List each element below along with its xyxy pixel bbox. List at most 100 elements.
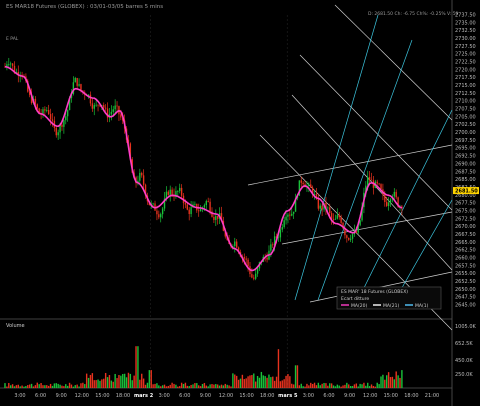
candle-body: [215, 216, 217, 220]
volume-bar: [315, 385, 318, 388]
volume-bar: [243, 379, 245, 388]
volume-bar: [359, 383, 361, 388]
price-tick-label: 2690.00: [455, 161, 476, 167]
candle-body: [216, 216, 219, 219]
candle-body: [78, 84, 80, 86]
volume-bar: [285, 375, 287, 388]
volume-bar: [194, 383, 196, 388]
volume-bar: [125, 377, 128, 388]
volume-bar: [281, 380, 283, 388]
volume-bar: [361, 384, 363, 388]
volume-bar: [141, 373, 143, 388]
volume-bar: [289, 376, 291, 388]
legend-item-label: MA(20): [351, 303, 367, 309]
volume-bar: [235, 375, 238, 388]
price-tick-label: 2657.50: [455, 263, 476, 269]
time-tick-label: 15:00: [95, 393, 109, 399]
volume-bar: [139, 379, 141, 388]
volume-bar: [144, 384, 147, 388]
volume-bar: [237, 379, 240, 388]
volume-bar: [399, 377, 401, 388]
volume-bar: [239, 378, 242, 388]
volume-bar: [298, 385, 301, 388]
volume-bar: [175, 384, 177, 388]
candle-body: [308, 184, 310, 187]
volume-bar: [116, 378, 118, 388]
candle-body: [171, 189, 173, 195]
time-axis[interactable]: 3:00 6:00 9:00 12:00 15:00 18:00 mars 2 3:00 6:0…: [14, 393, 439, 399]
price-tick-label: 2675.00: [455, 208, 476, 214]
candle-body: [332, 219, 335, 220]
candle-body: [47, 110, 50, 115]
price-axis[interactable]: 2737.502735.00 2732.50 2730.00 2727.50 2725.…: [453, 13, 479, 309]
price-tick-label: 2715.00: [455, 83, 476, 89]
legend-box[interactable]: ES MAR' 18 Futures (GLOBEX) Ecart dittur…: [336, 286, 442, 310]
price-tick-label: 2670.00: [455, 224, 476, 230]
volume-bar: [154, 383, 156, 388]
candle-body: [287, 214, 289, 217]
candle-body: [281, 227, 283, 230]
price-tick-label: 2667.50: [455, 232, 476, 238]
price-tick-label: 2712.50: [455, 91, 476, 97]
volume-bar: [133, 375, 135, 388]
price-tick-label: 2730.00: [455, 36, 476, 42]
candle-body: [49, 114, 52, 120]
volume-bar: [114, 373, 116, 388]
volume-bar: [120, 375, 122, 388]
candle-body: [169, 189, 171, 195]
volume-bar: [247, 376, 249, 388]
candle-body: [205, 201, 207, 206]
volume-bar: [25, 386, 27, 388]
volume-bar: [108, 375, 111, 388]
candle-body: [351, 234, 354, 239]
volume-bar: [308, 385, 310, 388]
volume-bar: [332, 385, 335, 388]
volume-bar: [6, 386, 8, 388]
volume-bar: [249, 375, 251, 388]
volume-bar: [401, 370, 403, 388]
price-tick-label: 2655.00: [455, 271, 476, 277]
candle-body: [393, 191, 396, 197]
price-tick-label: 2662.50: [455, 248, 476, 254]
candle-body: [156, 210, 158, 215]
ohlc-readout: D: 2681.50 Ch: -6.75 Ch%: -0.25% V: 59: [368, 11, 459, 17]
volume-bar: [272, 376, 274, 388]
price-tick-label: 2702.50: [455, 122, 476, 128]
trading-chart[interactable]: ES MAR18 Futures (GLOBEX) : 03/01-03/05 …: [0, 0, 480, 406]
volume-bar: [180, 382, 183, 388]
volume-bar: [63, 386, 65, 388]
volume-bar: [101, 379, 103, 388]
volume-bar: [372, 385, 375, 388]
candle-body: [198, 210, 200, 212]
candle-body: [370, 179, 373, 181]
candle-body: [104, 107, 107, 109]
volume-bar: [72, 386, 75, 388]
legend-item-label: MA(21): [383, 303, 399, 309]
volume-bar: [230, 386, 232, 388]
sub-label: E PAL: [6, 36, 19, 42]
volume-bar: [224, 383, 226, 388]
volume-bar: [82, 382, 84, 388]
volume-bar: [4, 383, 6, 388]
price-tick-label: 2685.00: [455, 177, 476, 183]
volume-bar: [161, 385, 164, 388]
volume-bar: [296, 365, 299, 388]
volume-bar: [93, 380, 95, 388]
candle-body: [245, 258, 247, 260]
volume-bar: [91, 373, 94, 388]
candle-body: [74, 78, 76, 83]
volume-bar: [80, 383, 82, 388]
volume-bar: [74, 385, 76, 388]
volume-bar: [245, 378, 247, 388]
volume-bar: [226, 384, 228, 388]
volume-bar: [317, 382, 320, 388]
volume-bar: [342, 385, 344, 388]
volume-title: Volume: [6, 323, 25, 329]
candle-body: [199, 208, 202, 212]
candle-body: [120, 114, 122, 118]
volume-bar: [51, 385, 54, 388]
candle-body: [65, 116, 67, 121]
time-tick-label: mars 2: [134, 393, 154, 399]
candle-body: [179, 187, 181, 192]
candle-body: [338, 215, 340, 218]
